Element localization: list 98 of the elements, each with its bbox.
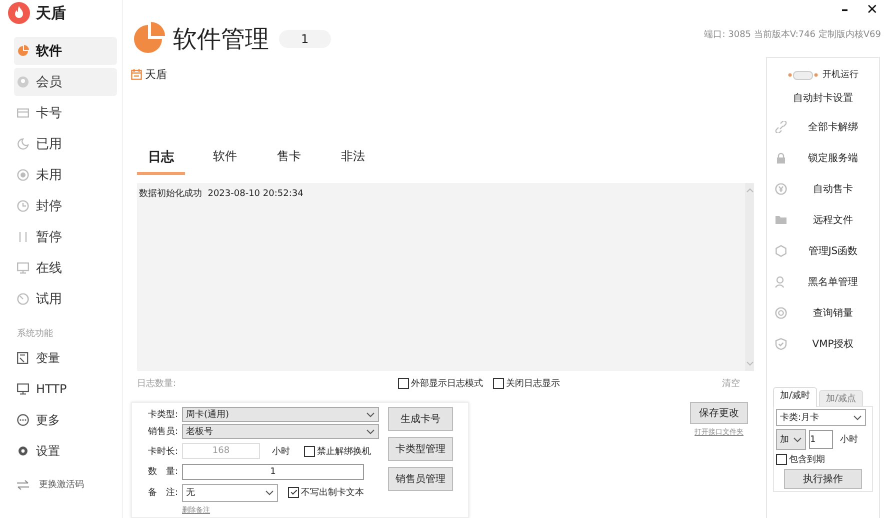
execute-button[interactable]: 执行操作 — [784, 469, 862, 489]
pie-chart-icon — [17, 45, 29, 57]
sidebar-item[interactable]: 暂停 — [14, 223, 117, 251]
side-action[interactable]: 黑名单管理 — [767, 266, 879, 297]
coin-icon — [775, 182, 787, 194]
dropdown[interactable]: 周卡(通用) — [182, 407, 379, 422]
auto-ban-link[interactable]: 自动封卡设置 — [793, 91, 853, 105]
pie-chart-icon — [131, 22, 165, 56]
settings-icon — [17, 445, 29, 457]
chevron-down-icon — [853, 414, 862, 420]
pause-icon — [17, 231, 29, 243]
amount-field[interactable]: 1 — [809, 430, 833, 449]
gauge-icon — [17, 293, 29, 305]
card-icon — [17, 107, 29, 119]
action-button[interactable]: 销售员管理 — [388, 467, 453, 491]
dropdown[interactable]: 加 — [776, 429, 806, 450]
version-info: 端口: 3085 当前版本V:746 定制版内核V69 — [704, 28, 882, 42]
tab[interactable]: 非法 — [321, 148, 385, 175]
tab[interactable]: 售卡 — [257, 148, 321, 175]
close-button[interactable]: ✕ — [862, 0, 882, 20]
tab[interactable]: 日志 — [137, 148, 185, 175]
field-label: 卡时长: — [146, 446, 178, 458]
change-activation-link[interactable]: 更换激活码 — [17, 478, 122, 491]
log-count-label: 日志数量: — [137, 378, 176, 390]
clock-icon — [17, 200, 29, 212]
sidebar-item[interactable]: 已用 — [14, 130, 117, 158]
checkbox[interactable]: 关闭日志显示 — [493, 376, 560, 390]
log-entry: 数据初始化成功 2023-08-10 20:52:34 — [139, 188, 304, 200]
sidebar-item[interactable]: 封停 — [14, 192, 117, 220]
field-label: 数 量: — [146, 466, 178, 478]
sidebar-item[interactable]: 卡号 — [14, 99, 117, 127]
field-label: 销售员: — [146, 426, 178, 438]
sidebar-item[interactable]: 软件 — [14, 37, 117, 65]
scroll-down-icon[interactable] — [746, 361, 754, 368]
edit-icon — [17, 352, 29, 364]
dropdown[interactable]: 卡类:月卡 — [776, 409, 866, 426]
scroll-up-icon[interactable] — [746, 187, 754, 193]
chevron-down-icon — [265, 490, 274, 496]
monitor-icon — [17, 383, 29, 395]
hexagon-icon — [775, 244, 787, 256]
page-title: 软件管理 — [173, 24, 269, 55]
user-circle-icon — [17, 76, 29, 88]
more-icon — [17, 414, 29, 426]
flame-logo-icon — [8, 2, 30, 24]
quantity-field[interactable]: 1 — [182, 464, 364, 480]
tab[interactable]: 加/减时 — [773, 387, 818, 407]
checkbox[interactable]: 包含到期 — [776, 453, 825, 466]
count-badge: 1 — [279, 30, 331, 48]
action-button[interactable]: 卡类型管理 — [388, 437, 453, 461]
sidebar-item[interactable]: 在线 — [14, 254, 117, 282]
lock-icon — [775, 152, 787, 164]
minimize-button[interactable]: – — [837, 0, 852, 20]
user-icon — [775, 276, 787, 288]
checkbox[interactable]: 不写出制卡文本 — [288, 486, 364, 500]
scrollbar[interactable] — [745, 183, 754, 372]
toggle-switch[interactable] — [788, 70, 818, 78]
unit-label: 小时 — [272, 446, 290, 458]
side-action[interactable]: 锁定服务端 — [767, 142, 879, 173]
link-icon — [775, 120, 787, 132]
monitor-icon — [17, 262, 29, 274]
sidebar-item[interactable]: 变量 — [14, 344, 117, 372]
side-action[interactable]: 自动售卡 — [767, 173, 879, 204]
side-action[interactable]: 远程文件 — [767, 204, 879, 235]
dropdown[interactable]: 老板号 — [182, 424, 379, 439]
app-name: 天盾 — [36, 4, 66, 22]
radio-icon — [17, 169, 29, 181]
dropdown[interactable]: 无 — [182, 484, 278, 502]
shield-icon — [775, 338, 787, 350]
action-button[interactable]: 生成卡号 — [388, 407, 453, 431]
sidebar-item[interactable]: 更多 — [14, 406, 117, 434]
field-label: 卡类型: — [146, 408, 178, 421]
tab[interactable]: 加/减点 — [819, 390, 864, 406]
sidebar-item[interactable]: 未用 — [14, 161, 117, 189]
chevron-down-icon — [366, 412, 375, 418]
sidebar-item[interactable]: 设置 — [14, 437, 117, 465]
save-button[interactable]: 保存更改 — [690, 402, 748, 424]
folder-icon — [775, 214, 787, 226]
side-action[interactable]: 查询销量 — [767, 297, 879, 328]
field-label: 备 注: — [146, 486, 178, 500]
side-action[interactable]: 全部卡解绑 — [767, 111, 879, 142]
subtitle: 天盾 — [145, 67, 167, 82]
sidebar-item[interactable]: HTTP — [14, 375, 117, 403]
side-action[interactable]: VMP授权 — [767, 328, 879, 359]
side-action[interactable]: 管理JS函数 — [767, 235, 879, 266]
startup-label: 开机运行 — [822, 68, 858, 81]
target-icon — [775, 306, 787, 318]
moon-icon — [17, 138, 29, 150]
checkbox[interactable]: 外部显示日志模式 — [398, 376, 484, 390]
unit-label: 小时 — [840, 434, 858, 446]
chevron-down-icon — [793, 436, 802, 442]
calendar-icon — [131, 69, 142, 80]
sidebar-item[interactable]: 会员 — [14, 68, 117, 96]
chevron-down-icon — [366, 428, 375, 434]
section-title: 系统功能 — [17, 328, 54, 340]
sidebar-item[interactable]: 试用 — [14, 285, 117, 313]
tab[interactable]: 软件 — [193, 148, 257, 175]
checkbox[interactable]: 禁止解绑换机 — [304, 444, 371, 458]
swap-arrows-icon — [17, 480, 29, 490]
